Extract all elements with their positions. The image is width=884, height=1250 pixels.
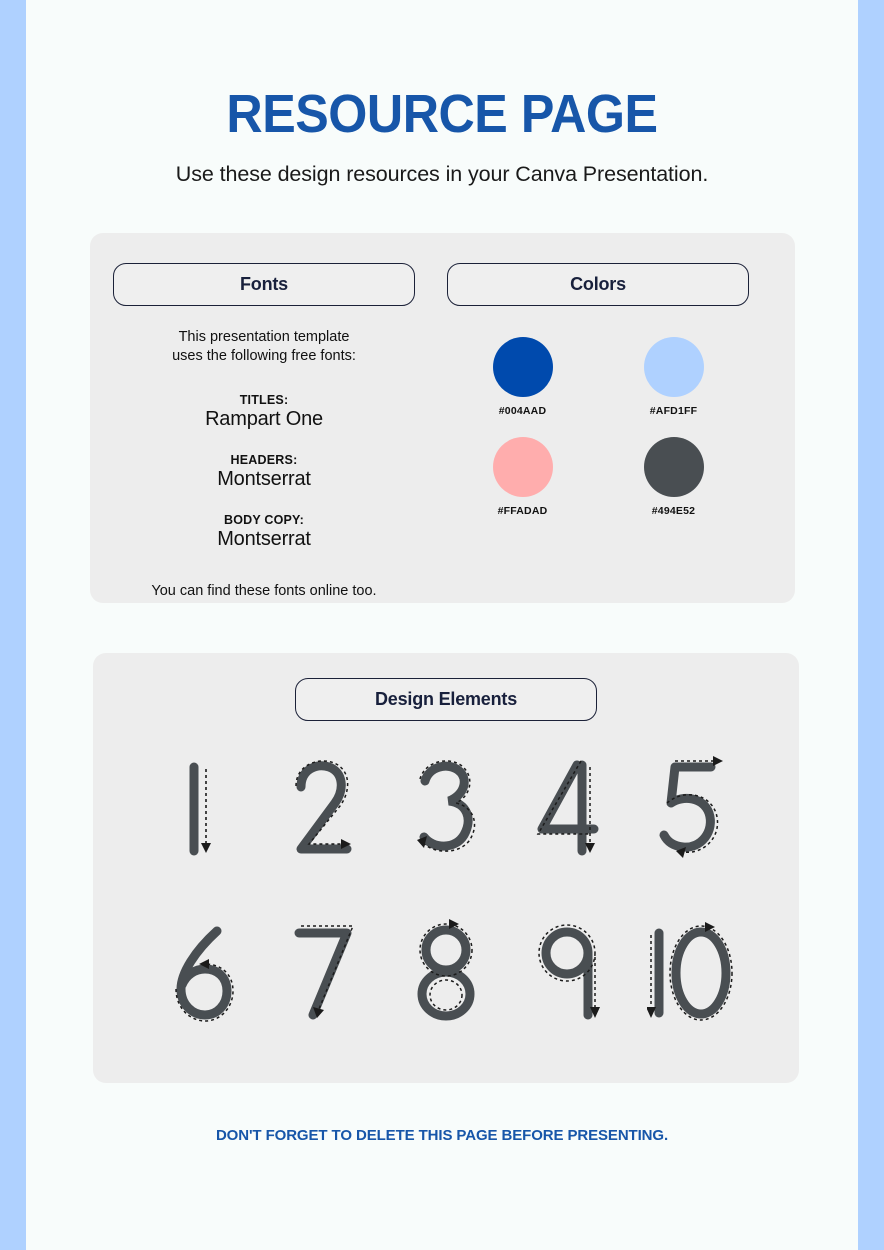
fonts-heading-pill: Fonts — [113, 263, 415, 306]
color-dot-2 — [492, 437, 553, 497]
colors-heading-pill: Colors — [447, 263, 749, 306]
delete-page-warning: DON'T FORGET TO DELETE THIS PAGE BEFORE … — [215, 1127, 669, 1144]
number-graphic-9[interactable] — [518, 913, 618, 1033]
fonts-intro-line-2: uses the following free fonts: — [172, 348, 356, 365]
number-graphic-1[interactable] — [152, 749, 252, 869]
fonts-intro-text: This presentation template uses the foll… — [113, 328, 415, 366]
design-elements-heading-wrap: Design Elements — [295, 678, 597, 721]
color-dot-0 — [492, 337, 553, 397]
font-group-titles: TITLES: Rampart One — [113, 393, 415, 431]
color-hex-label-0: #004AAD — [498, 405, 547, 417]
color-swatch-grid: #004AAD #AFD1FF #FFADAD #494E52 — [447, 337, 749, 517]
page-title: RESOURCE PAGE — [226, 84, 658, 144]
font-name-headers: Montserrat — [217, 468, 311, 491]
font-role-headers: HEADERS: — [230, 453, 298, 468]
number-graphic-8[interactable] — [396, 913, 496, 1033]
fonts-section: Fonts This presentation template uses th… — [113, 263, 415, 599]
font-name-titles: Rampart One — [205, 408, 323, 431]
number-graphic-3[interactable] — [396, 749, 496, 869]
number-graphic-2[interactable] — [274, 749, 374, 869]
right-edge-bar — [858, 0, 884, 1250]
number-graphics — [93, 749, 799, 1033]
fonts-and-colors-card: Fonts This presentation template uses th… — [90, 233, 795, 603]
font-group-headers: HEADERS: Montserrat — [113, 453, 415, 491]
fonts-heading-label: Fonts — [240, 274, 288, 294]
color-swatch-2: #FFADAD — [447, 437, 598, 517]
design-elements-heading-pill: Design Elements — [295, 678, 597, 721]
number-graphic-7[interactable] — [274, 913, 374, 1033]
number-graphic-4[interactable] — [518, 749, 618, 869]
color-hex-label-1: #AFD1FF — [649, 405, 698, 417]
slide-canvas: RESOURCE PAGE Use these design resources… — [26, 0, 858, 1250]
left-edge-bar — [0, 0, 26, 1250]
colors-heading-label: Colors — [570, 274, 626, 294]
number-graphic-5[interactable] — [640, 749, 740, 869]
color-hex-label-3: #494E52 — [651, 505, 696, 517]
font-role-body-copy: BODY COPY: — [223, 513, 305, 528]
page-subtitle: Use these design resources in your Canva… — [175, 161, 709, 186]
number-graphic-10[interactable] — [640, 913, 740, 1033]
color-swatch-1: #AFD1FF — [598, 337, 749, 417]
font-group-body-copy: BODY COPY: Montserrat — [113, 513, 415, 551]
color-swatch-0: #004AAD — [447, 337, 598, 417]
fonts-outro-text: You can find these fonts online too. — [151, 583, 377, 600]
color-dot-1 — [643, 337, 704, 397]
page-header: RESOURCE PAGE Use these design resources… — [26, 0, 858, 187]
font-name-body-copy: Montserrat — [217, 528, 311, 551]
fonts-intro-line-1: This presentation template — [178, 329, 350, 345]
colors-section: Colors #004AAD #AFD1FF #FFADAD #494E52 — [447, 263, 749, 517]
color-swatch-3: #494E52 — [598, 437, 749, 517]
color-dot-3 — [643, 437, 704, 497]
number-row-2 — [93, 913, 799, 1033]
font-role-titles: TITLES: — [239, 393, 289, 408]
color-hex-label-2: #FFADAD — [497, 505, 548, 517]
design-elements-card: Design Elements — [93, 653, 799, 1083]
number-graphic-6[interactable] — [152, 913, 252, 1033]
design-elements-heading-label: Design Elements — [374, 689, 518, 709]
number-row-1 — [93, 749, 799, 869]
